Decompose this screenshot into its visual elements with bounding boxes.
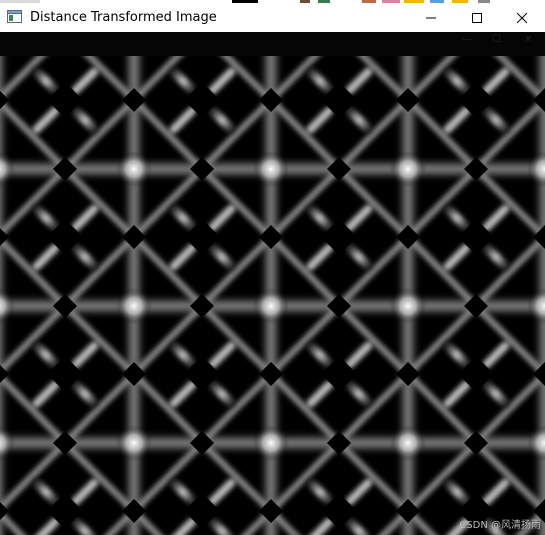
app-window-icon bbox=[7, 10, 22, 23]
close-icon bbox=[516, 12, 528, 23]
distance-transform-pattern bbox=[0, 56, 545, 535]
minimize-icon bbox=[426, 17, 436, 18]
window-title: Distance Transformed Image bbox=[30, 10, 217, 25]
watermark: CSDN @风清扬雨 bbox=[459, 520, 541, 531]
title-bar[interactable]: Distance Transformed Image bbox=[0, 3, 545, 32]
image-window: Distance Transformed Image — ☐ ✕ CSDN @风… bbox=[0, 3, 545, 535]
image-canvas: — ☐ ✕ CSDN @风清扬雨 bbox=[0, 32, 545, 535]
close-button[interactable] bbox=[499, 3, 545, 32]
minimize-button[interactable] bbox=[408, 3, 454, 32]
maximize-icon bbox=[472, 12, 482, 23]
ghost-title-bar: — ☐ ✕ bbox=[0, 32, 545, 56]
maximize-button[interactable] bbox=[454, 3, 500, 32]
